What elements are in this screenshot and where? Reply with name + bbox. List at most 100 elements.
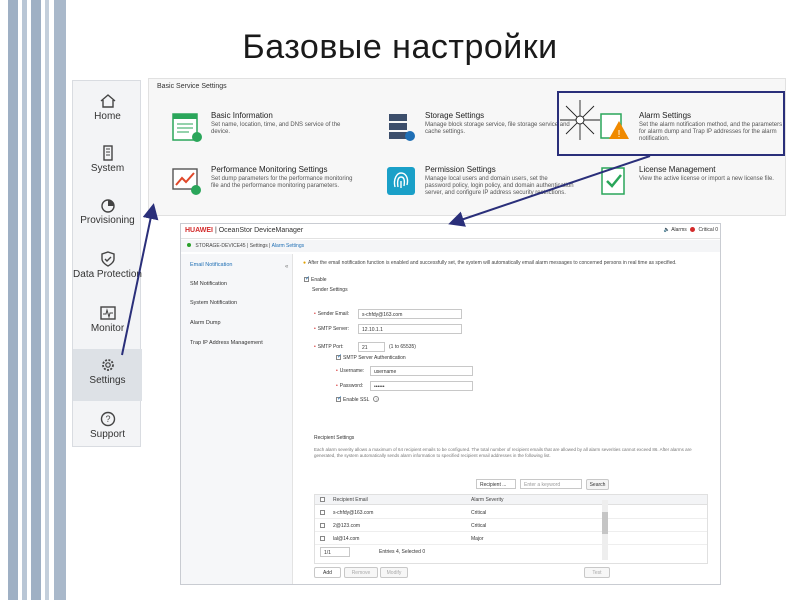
checkbox-icon [336,395,342,403]
nav-item-home[interactable]: Home [73,85,142,137]
service-desc: Set dump parameters for the performance … [211,176,353,189]
alarm-settings-menu: Email Notification SM Notification Syste… [181,254,293,584]
service-performance-monitoring[interactable]: Performance Monitoring Settings Set dump… [171,165,371,211]
column-recipient-email[interactable]: Recipient Email [333,497,368,503]
test-button[interactable]: Test [584,567,610,578]
select-all-checkbox[interactable] [320,497,325,502]
monitor-icon [99,306,116,320]
menu-email-notification[interactable]: Email Notification [190,262,233,268]
search-input[interactable]: Enter a keyword [520,479,582,489]
username-label: • Username: [336,368,365,374]
password-input[interactable]: •••••• [370,381,473,391]
recipient-email: lal@14.com [333,536,360,542]
sender-settings-heading: Sender Settings [312,287,348,293]
service-storage-settings[interactable]: Storage Settings Manage block storage se… [385,111,585,157]
decorative-stripes [0,0,72,600]
enable-ssl-checkbox[interactable]: Enable SSL? [336,395,380,403]
shield-icon [100,251,115,267]
recipient-email: s-chfdy@163.com [333,510,374,516]
row-checkbox[interactable] [320,536,325,541]
info-message: ● After the email notification function i… [303,260,677,266]
system-icon [102,145,113,161]
critical-indicator-icon [690,227,696,233]
enable-checkbox[interactable]: Enable [304,275,327,283]
add-button[interactable]: Add [314,567,341,578]
nav-item-data-protection[interactable]: Data Protection [73,243,142,295]
table-scrollbar[interactable] [602,500,608,560]
panel-header: Basic Service Settings [157,83,227,90]
recipient-email: 2@123.com [333,523,361,529]
service-basic-information[interactable]: Basic Information Set name, location, ti… [171,111,371,157]
recipient-filter-select[interactable]: Recipient ... [476,479,516,489]
nav-item-monitor[interactable]: Monitor [73,297,142,349]
collapse-icon[interactable]: « [285,264,288,270]
service-title: Permission Settings [425,165,496,174]
info-text: After the email notification function is… [308,260,677,266]
performance-chart-icon [172,168,201,195]
table-pager: 1/1 Entries 4, Selected 0 [315,545,707,558]
nav-label: Monitor [90,323,125,334]
nav-item-settings[interactable]: Settings [73,349,142,401]
provisioning-icon [100,199,115,213]
device-manager-window: HUAWEI | OceanStor DeviceManager 🔈 Alarm… [180,223,721,585]
nav-label: Home [94,111,121,122]
slide-title: Базовые настройки [242,28,558,66]
column-alarm-severity[interactable]: Alarm Severity [471,497,504,503]
license-icon [601,167,625,195]
breadcrumb-current: Alarm Settings [271,243,305,249]
scrollbar-thumb[interactable] [602,512,608,534]
username-input[interactable]: username [370,366,473,376]
menu-sm-notification[interactable]: SM Notification [190,281,227,287]
service-desc: Manage block storage service, file stora… [425,122,570,135]
remove-button[interactable]: Remove [344,567,378,578]
table-row[interactable]: 2@123.com Critical [315,519,707,532]
label-text: Username: [339,368,365,374]
table-header: Recipient Email Alarm Severity [315,495,707,505]
service-desc: Set name, location, time, and DNS servic… [211,122,341,135]
row-checkbox[interactable] [320,523,325,528]
smtp-port-input[interactable]: 21 [358,342,385,352]
label-text: Sender Email: [317,311,350,317]
alarm-severity: Critical [471,510,487,516]
nav-item-system[interactable]: System [73,137,142,189]
pager-select[interactable]: 1/1 [320,547,350,557]
smtp-server-input[interactable]: 12.10.1.1 [358,324,462,334]
help-icon[interactable]: ? [373,396,380,402]
table-row[interactable]: s-chfdy@163.com Critical [315,506,707,519]
app-title: | OceanStor DeviceManager [214,227,304,234]
speaker-icon: 🔈 [663,227,671,233]
select-value: Recipient ... [480,482,507,488]
device-manager-header: HUAWEI | OceanStor DeviceManager 🔈 Alarm… [181,224,720,239]
search-button[interactable]: Search [586,479,609,490]
service-title: Performance Monitoring Settings [211,165,328,174]
breadcrumb-device[interactable]: STORAGE-DEVICE45 [195,243,245,249]
sender-email-input[interactable]: s-chfdy@163.com [358,309,462,319]
entries-count: Entries 4, Selected 0 [379,549,426,555]
row-checkbox[interactable] [320,510,325,515]
brand-logo: HUAWEI [185,227,213,234]
basic-info-icon [172,113,202,142]
critical-count: Critical 0 [698,227,718,233]
smtp-server-label: • SMTP Server: [314,326,350,332]
menu-trap-ip[interactable]: Trap IP Address Management [190,340,263,346]
svg-text:?: ? [105,414,110,424]
status-dot-icon [187,243,191,247]
breadcrumb-settings[interactable]: Settings [250,243,268,249]
modify-button[interactable]: Modify [380,567,408,578]
nav-item-support[interactable]: ? Support [73,403,142,455]
table-row[interactable]: lal@14.com Major [315,532,707,545]
breadcrumb-separator: | [269,243,271,249]
fingerprint-icon [387,167,415,195]
checkbox-icon [304,275,310,283]
service-permission-settings[interactable]: Permission Settings Manage local users a… [385,165,585,211]
recipient-description: Each alarm severity allows a maximum of … [314,447,692,458]
menu-system-notification[interactable]: System Notification [190,300,237,306]
alarm-status[interactable]: 🔈 Alarms Critical 0 [664,227,718,233]
service-license-management[interactable]: License Management View the active licen… [599,165,799,211]
menu-alarm-dump[interactable]: Alarm Dump [190,320,221,326]
nav-label: System [90,163,125,174]
smtp-auth-checkbox[interactable]: SMTP Server Authentication [336,353,406,361]
nav-label: Support [89,429,126,440]
gear-icon [101,359,114,371]
nav-item-provisioning[interactable]: Provisioning [73,189,142,241]
